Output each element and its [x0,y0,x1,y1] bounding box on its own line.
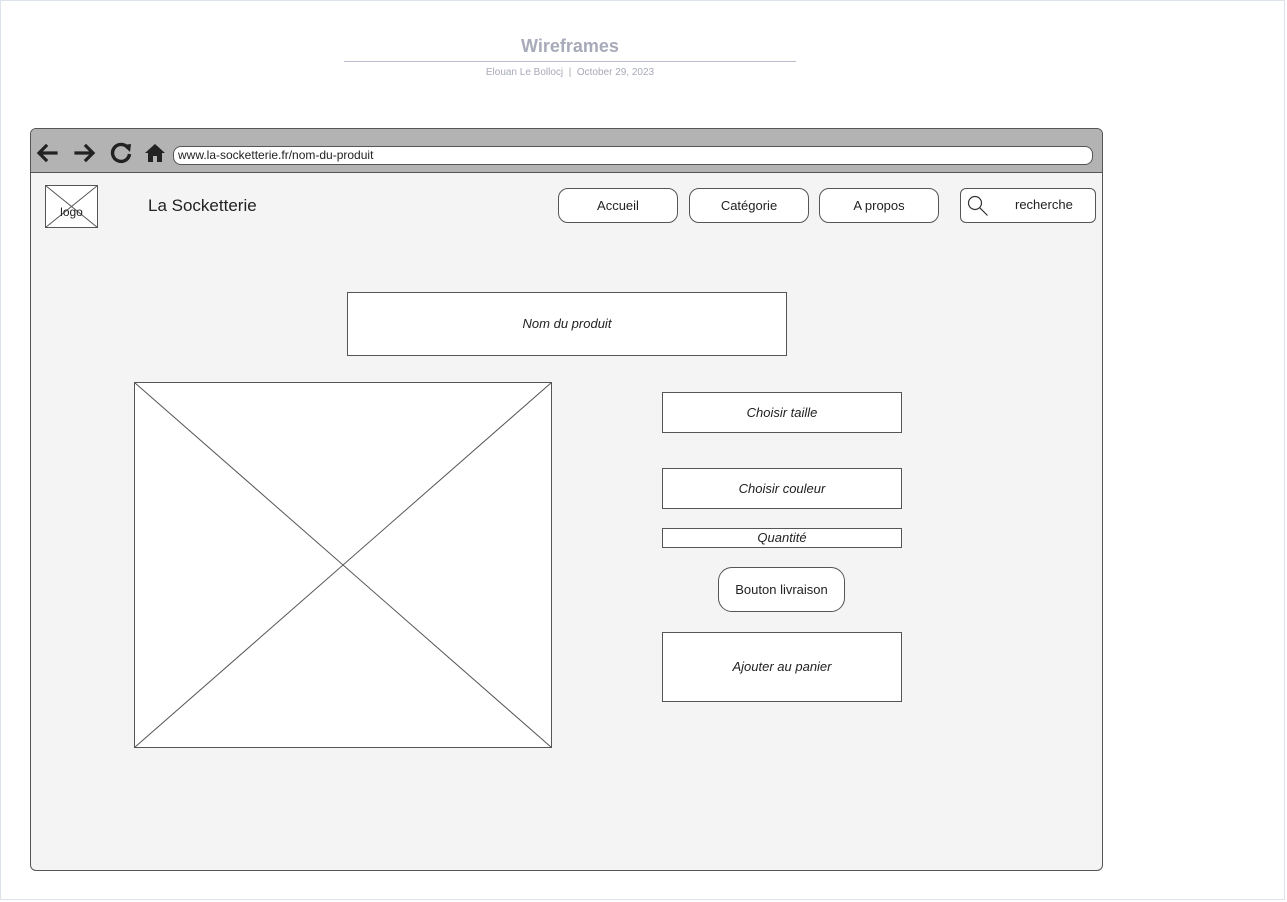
back-arrow-icon[interactable] [35,141,59,165]
browser-toolbar: www.la-socketterie.fr/nom-du-produit [31,129,1102,173]
quantity-field[interactable]: Quantité [662,528,902,548]
forward-arrow-icon[interactable] [73,141,97,165]
document-title: Wireframes [521,36,619,56]
delivery-button[interactable]: Bouton livraison [718,567,845,612]
search-label: recherche [1015,197,1073,212]
choose-color-select[interactable]: Choisir couleur [662,468,902,509]
choose-size-select[interactable]: Choisir taille [662,392,902,433]
nav-accueil-button[interactable]: Accueil [558,188,678,223]
search-icon [967,195,988,216]
product-name: Nom du produit [347,292,787,356]
product-image-placeholder [134,382,552,748]
nav-a-propos-button[interactable]: A propos [819,188,939,223]
url-bar[interactable]: www.la-socketterie.fr/nom-du-produit [173,146,1093,165]
nav-categorie-button[interactable]: Catégorie [689,188,809,223]
add-to-cart-button[interactable]: Ajouter au panier [662,632,902,702]
home-icon[interactable] [143,141,167,165]
browser-window: www.la-socketterie.fr/nom-du-produit log… [30,128,1103,871]
reload-icon[interactable] [109,141,133,165]
logo-label: logo [60,205,83,219]
site-name: La Socketterie [148,196,257,215]
title-divider [344,61,796,62]
document-meta: Elouan Le Bollocj | October 29, 2023 [485,67,655,78]
search-input[interactable]: recherche [960,188,1096,223]
